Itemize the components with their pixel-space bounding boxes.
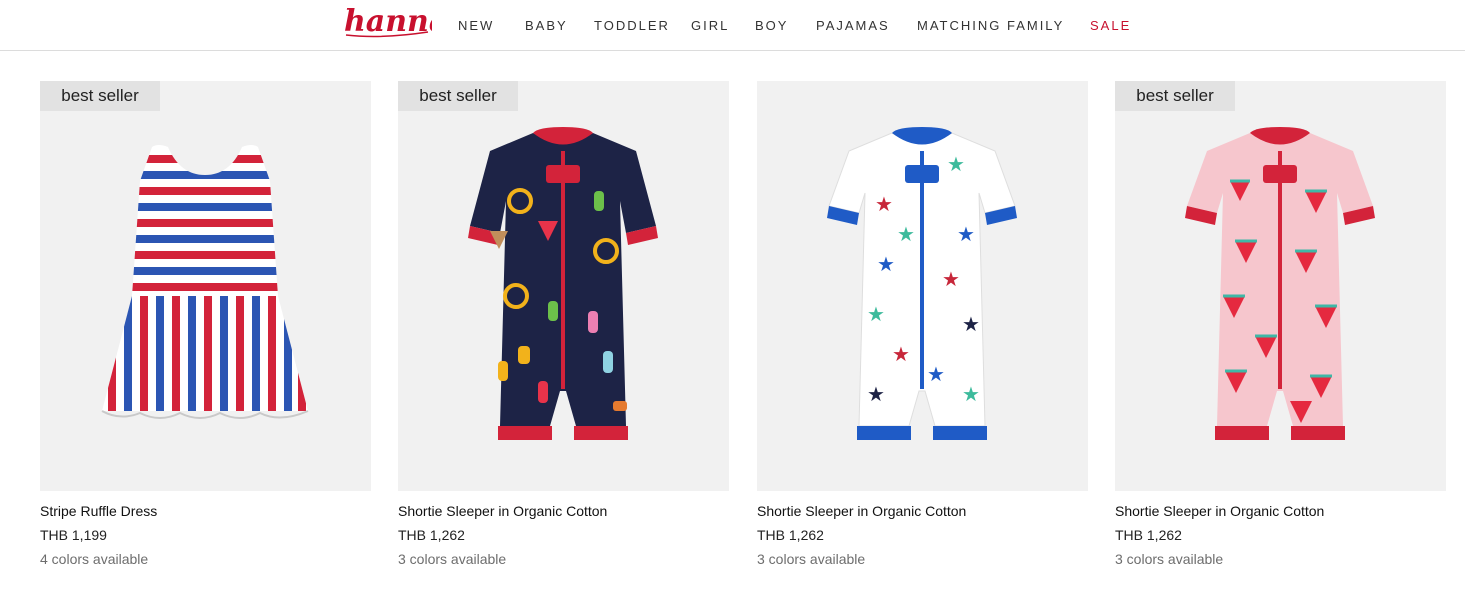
svg-text:★: ★ [892,342,910,366]
svg-text:★: ★ [927,362,945,386]
svg-text:★: ★ [875,192,893,216]
svg-text:★: ★ [867,302,885,326]
site-header: hanna NEW BABY TODDLER GIRL BOY PAJAMAS … [0,0,1465,51]
colors-available: 4 colors available [40,551,149,567]
stripe-ruffle-dress-icon [101,145,309,419]
svg-text:★: ★ [957,222,975,246]
product-image[interactable]: best seller [1115,81,1446,491]
product-title[interactable]: Shortie Sleeper in Organic Cotton [1115,503,1324,519]
colors-available: 3 colors available [757,551,866,567]
colors-available: 3 colors available [398,551,507,567]
svg-text:★: ★ [962,312,980,336]
product-image[interactable]: best seller [40,81,371,491]
product-image[interactable]: best seller [398,81,729,491]
product-price: THB 1,199 [40,527,107,543]
product-card[interactable]: best seller Stripe Ruffle Dress THB 1,19… [40,81,371,581]
white-star-print-sleeper-icon: ★ ★ ★ ★ ★ ★ ★ ★ ★ ★ ★ ★ [827,127,1017,440]
nav-new[interactable]: NEW [458,18,494,33]
product-price: THB 1,262 [757,527,824,543]
nav-matching-family[interactable]: MATCHING FAMILY [917,18,1064,33]
nav-toddler[interactable]: TODDLER [594,18,670,33]
best-seller-badge: best seller [398,81,518,111]
product-card[interactable]: ★ ★ ★ ★ ★ ★ ★ ★ ★ ★ ★ ★ Shortie Sleeper … [757,81,1088,581]
product-price: THB 1,262 [398,527,465,543]
best-seller-badge: best seller [1115,81,1235,111]
product-price: THB 1,262 [1115,527,1182,543]
nav-girl[interactable]: GIRL [691,18,729,33]
product-card[interactable]: best seller Shortie Sleeper in Organic C… [1115,81,1446,581]
product-title[interactable]: Shortie Sleeper in Organic Cotton [757,503,966,519]
main-nav: NEW BABY TODDLER GIRL BOY PAJAMAS MATCHI… [0,18,1465,34]
product-title[interactable]: Stripe Ruffle Dress [40,503,157,519]
nav-pajamas[interactable]: PAJAMAS [816,18,890,33]
product-image[interactable]: ★ ★ ★ ★ ★ ★ ★ ★ ★ ★ ★ ★ [757,81,1088,491]
svg-text:★: ★ [877,252,895,276]
svg-text:★: ★ [867,382,885,406]
navy-snack-print-sleeper-icon [468,127,658,440]
best-seller-badge: best seller [40,81,160,111]
nav-sale[interactable]: SALE [1090,18,1131,33]
product-title[interactable]: Shortie Sleeper in Organic Cotton [398,503,607,519]
svg-text:★: ★ [942,267,960,291]
pink-watermelon-print-sleeper-icon [1185,127,1375,440]
svg-text:★: ★ [947,152,965,176]
nav-boy[interactable]: BOY [755,18,788,33]
nav-baby[interactable]: BABY [525,18,568,33]
svg-text:★: ★ [962,382,980,406]
svg-text:★: ★ [897,222,915,246]
colors-available: 3 colors available [1115,551,1224,567]
product-card[interactable]: best seller Shortie Sleeper in Organic C… [398,81,729,581]
